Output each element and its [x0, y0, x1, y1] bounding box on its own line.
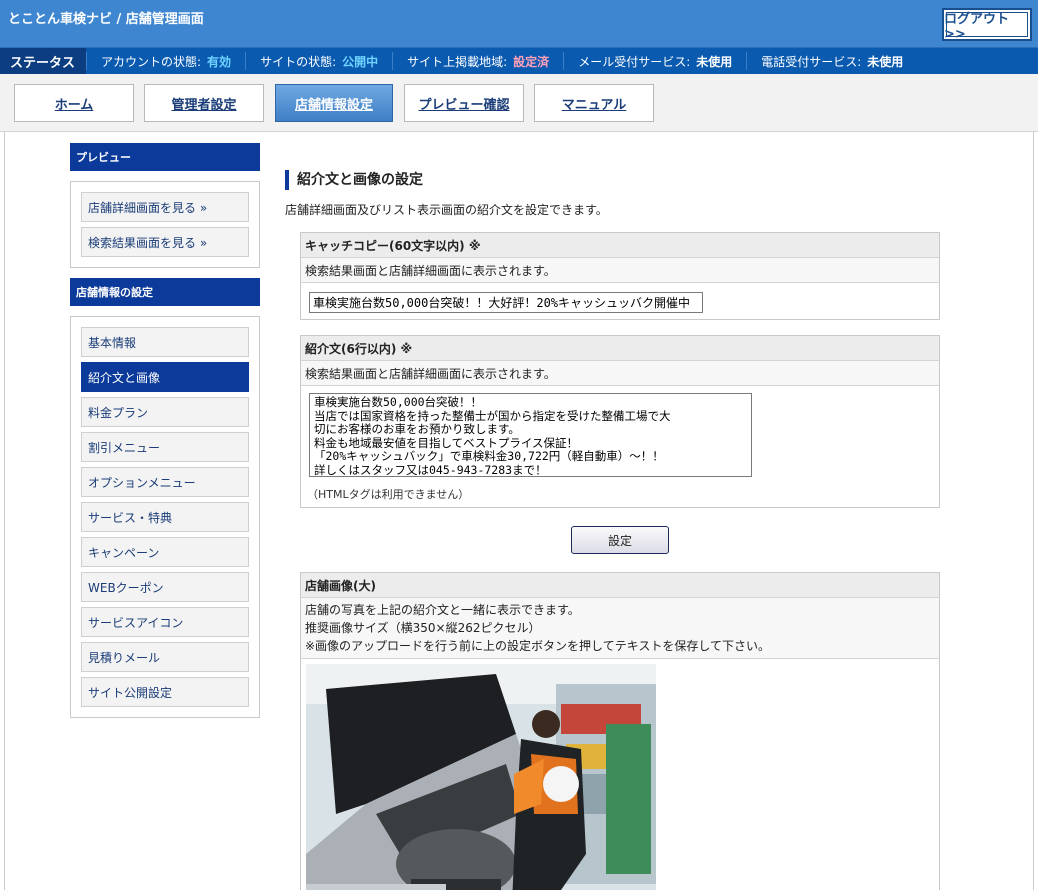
page-title: 紹介文と画像の設定 — [285, 170, 423, 190]
logout-button[interactable]: ログアウト >> — [942, 8, 1032, 42]
app-header: とことん車検ナビ / 店舗管理画面 ログアウト >> — [0, 0, 1038, 48]
tab-home[interactable]: ホーム — [14, 84, 134, 122]
status-label: ステータス — [0, 48, 86, 74]
status-account-value: 有効 — [207, 54, 232, 69]
catch-copy-heading: キャッチコピー(60文字以内) ※ — [301, 233, 939, 258]
intro-note: 検索結果画面と店舗詳細画面に表示されます。 — [301, 361, 939, 386]
sidebar-item-intro-image[interactable]: 紹介文と画像 — [81, 362, 249, 392]
status-site-value: 公開中 — [342, 54, 379, 69]
shop-image-description: 店舗の写真を上記の紹介文と一緒に表示できます。 推奨画像サイズ（横350×縦26… — [301, 598, 939, 659]
page-description: 店舗詳細画面及びリスト表示画面の紹介文を設定できます。 — [285, 203, 608, 217]
sidebar-item-service-icon[interactable]: サービスアイコン — [81, 607, 249, 637]
sidebar-item-options[interactable]: オプションメニュー — [81, 467, 249, 497]
tab-preview[interactable]: プレビュー確認 — [404, 84, 524, 122]
intro-panel: 紹介文(6行以内) ※ 検索結果画面と店舗詳細画面に表示されます。 車検実施台数… — [300, 335, 940, 508]
status-phone-value: 未使用 — [867, 54, 904, 69]
catch-copy-input[interactable]: 車検実施台数50,000台突破！！大好評！20%キャッシュッバク開催中 — [309, 292, 703, 313]
intro-heading: 紹介文(6行以内) ※ — [301, 336, 939, 361]
catch-copy-panel: キャッチコピー(60文字以内) ※ 検索結果画面と店舗詳細画面に表示されます。 … — [300, 232, 940, 320]
sidebar-item-web-coupon[interactable]: WEBクーポン — [81, 572, 249, 602]
html-tag-note: （HTMLタグは利用できません） — [307, 488, 470, 501]
shop-photo-image — [306, 664, 656, 890]
status-mail-value: 未使用 — [696, 54, 733, 69]
app-title: とことん車検ナビ / 店舗管理画面 — [8, 12, 204, 27]
sidebar-link-search-result[interactable]: 検索結果画面を見る » — [81, 227, 249, 257]
status-region-value: 設定済 — [513, 54, 550, 69]
sidebar-item-price-plan[interactable]: 料金プラン — [81, 397, 249, 427]
shop-image-panel: 店舗画像(大) 店舗の写真を上記の紹介文と一緒に表示できます。 推奨画像サイズ（… — [300, 572, 940, 890]
status-region: サイト上掲載地域: 設定済 — [392, 52, 563, 70]
tab-admin-settings[interactable]: 管理者設定 — [144, 84, 264, 122]
sidebar-link-shop-detail[interactable]: 店舗詳細画面を見る » — [81, 192, 249, 222]
tab-manual[interactable]: マニュアル — [534, 84, 654, 122]
sidebar-item-basic-info[interactable]: 基本情報 — [81, 327, 249, 357]
sidebar-preview-heading: プレビュー — [70, 143, 260, 171]
sidebar-item-services[interactable]: サービス・特典 — [81, 502, 249, 532]
status-mail: メール受付サービス: 未使用 — [563, 52, 746, 70]
shop-image-heading: 店舗画像(大) — [301, 573, 939, 598]
status-phone: 電話受付サービス: 未使用 — [746, 52, 917, 70]
intro-textarea[interactable]: 車検実施台数50,000台突破！！ 当店では国家資格を持った整備士が国から指定を… — [309, 393, 752, 477]
tab-shop-settings[interactable]: 店舗情報設定 — [275, 84, 393, 122]
catch-copy-note: 検索結果画面と店舗詳細画面に表示されます。 — [301, 258, 939, 283]
sidebar-item-campaign[interactable]: キャンペーン — [81, 537, 249, 567]
status-bar: ステータス アカウントの状態: 有効 サイトの状態: 公開中 サイト上掲載地域: 設定… — [0, 48, 1038, 74]
status-account: アカウントの状態: 有効 — [86, 52, 245, 70]
sidebar-settings-box: 基本情報 紹介文と画像 料金プラン 割引メニュー オプションメニュー サービス・… — [70, 316, 260, 718]
sidebar-item-estimate-mail[interactable]: 見積りメール — [81, 642, 249, 672]
main-nav: ホーム 管理者設定 店舗情報設定 プレビュー確認 マニュアル — [0, 74, 1038, 132]
sidebar-settings-heading: 店舗情報の設定 — [70, 278, 260, 306]
shop-photo — [306, 664, 656, 890]
sidebar-preview-box: 店舗詳細画面を見る » 検索結果画面を見る » — [70, 181, 260, 268]
save-button[interactable]: 設定 — [571, 526, 669, 554]
sidebar-item-discount[interactable]: 割引メニュー — [81, 432, 249, 462]
status-site: サイトの状態: 公開中 — [245, 52, 392, 70]
sidebar-item-publish[interactable]: サイト公開設定 — [81, 677, 249, 707]
